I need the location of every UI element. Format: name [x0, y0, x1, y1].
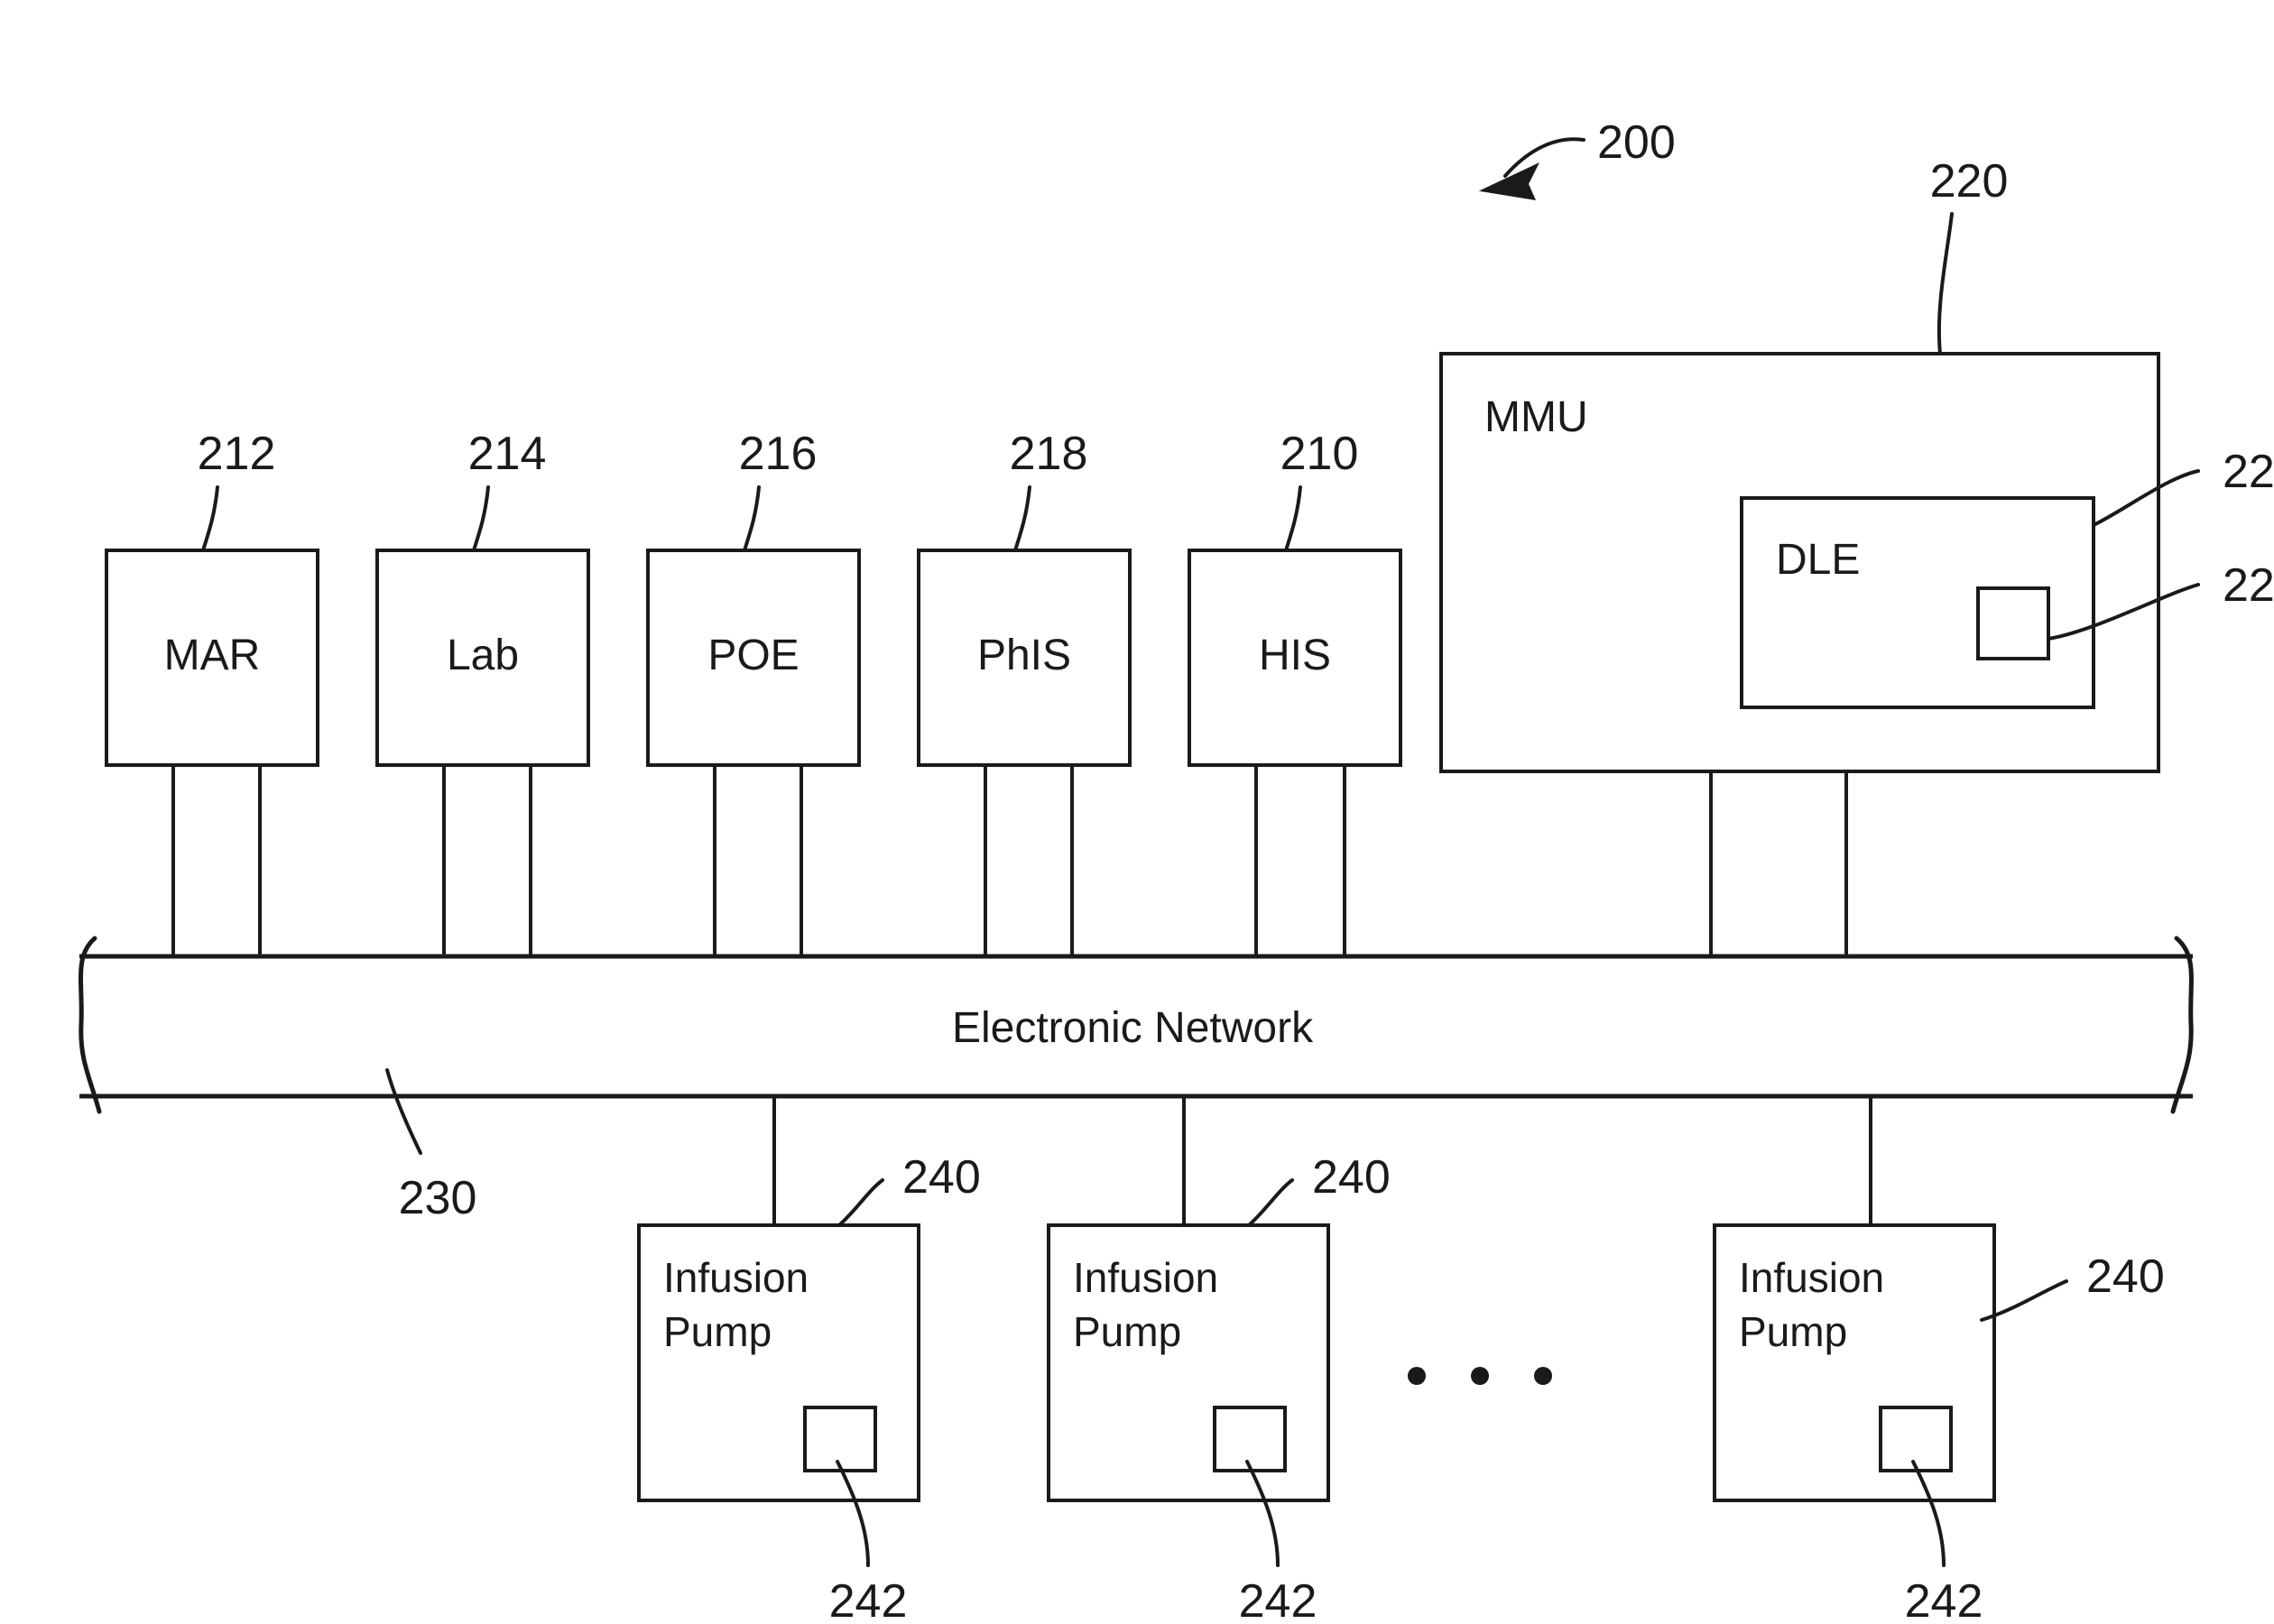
system-ref-216-leader	[743, 485, 761, 552]
pump-ellipsis	[1408, 1367, 1552, 1385]
infusion-pump-1-ref-240-label: 240	[902, 1151, 981, 1204]
system-ref-210-label: 210	[1280, 428, 1359, 480]
infusion-pump-1-module-rect[interactable]	[803, 1406, 877, 1472]
patent-figure-200: 200 MAR 212 Lab 214 POE 216 PhIS 218 HIS…	[0, 0, 2274, 1624]
mmu-ref-220-group: 220	[1930, 155, 2009, 355]
system-box-mar-label: MAR	[164, 632, 261, 679]
system-ref-214-leader	[472, 485, 490, 552]
pump-ellipsis-dot-2	[1471, 1367, 1489, 1385]
network-bus-right-brace	[2170, 936, 2194, 1114]
infusion-pump-1-label-line2: Pump	[663, 1308, 772, 1355]
system-box-his[interactable]: HIS	[1188, 549, 1402, 767]
network-ref-230-label: 230	[399, 1172, 477, 1224]
system-ref-212-leader	[201, 485, 219, 552]
dle-module-rect[interactable]	[1976, 586, 2050, 660]
system-ref-212-label: 212	[198, 428, 276, 480]
infusion-pump-1-ref-240-leader	[837, 1178, 884, 1227]
system-ref-214-group: 214	[468, 428, 547, 552]
system-ref-216-label: 216	[739, 428, 818, 480]
infusion-pump-2-ref-240-group: 240	[1247, 1151, 1391, 1227]
system-ref-212-group: 212	[198, 428, 276, 552]
infusion-pump-3-label-line2: Pump	[1739, 1308, 1847, 1355]
mmu-ref-220-label: 220	[1930, 155, 2009, 208]
infusion-pump-2[interactable]: Infusion Pump	[1047, 1223, 1330, 1502]
system-box-phis-label: PhIS	[977, 632, 1071, 679]
system-ref-218-group: 218	[1010, 428, 1088, 552]
infusion-pump-2-ref-242-label: 242	[1239, 1575, 1317, 1624]
infusion-pump-3-ref-240-group: 240	[1980, 1250, 2165, 1322]
infusion-pump-1-label-line1: Infusion	[663, 1254, 809, 1301]
system-box-poe-label: POE	[707, 632, 799, 679]
pump-ellipsis-dot-3	[1534, 1367, 1552, 1385]
infusion-pump-3[interactable]: Infusion Pump	[1713, 1223, 1996, 1502]
system-ref-218-leader	[1013, 485, 1031, 552]
network-ref-230-group: 230	[385, 1068, 477, 1224]
mmu-box-label: MMU	[1484, 393, 1588, 441]
infusion-pump-2-ref-240-label: 240	[1312, 1151, 1391, 1204]
figure-ref-200-arrowhead-solid	[1480, 162, 1539, 200]
system-box-mar[interactable]: MAR	[105, 549, 319, 767]
system-box-lab-label: Lab	[447, 632, 519, 679]
network-bus-left-brace	[79, 936, 102, 1114]
infusion-pump-1-ref-240-group: 240	[837, 1151, 981, 1227]
system-ref-218-label: 218	[1010, 428, 1088, 480]
system-box-poe[interactable]: POE	[646, 549, 861, 767]
system-box-his-label: HIS	[1259, 632, 1331, 679]
figure-ref-200-leader	[1503, 137, 1585, 178]
mmu-ref-220-leader	[1937, 212, 1954, 355]
figure-ref-200-label: 200	[1597, 116, 1676, 169]
system-ref-216-group: 216	[739, 428, 818, 552]
infusion-pump-3-module-rect[interactable]	[1879, 1406, 1953, 1472]
network-ref-230-leader	[385, 1068, 422, 1155]
infusion-pump-3-ref-242-label: 242	[1905, 1575, 1983, 1624]
system-ref-210-leader	[1284, 485, 1302, 552]
infusion-pump-2-ref-240-leader	[1247, 1178, 1294, 1227]
network-drop-lines-top	[171, 765, 1848, 956]
infusion-pump-2-label-line1: Infusion	[1073, 1254, 1218, 1301]
dle-box-label: DLE	[1776, 536, 1860, 584]
infusion-pump-1-ref-242-label: 242	[829, 1575, 908, 1624]
dle-module-ref-224-label: 224	[2223, 559, 2274, 612]
dle-ref-222-label: 222	[2223, 446, 2274, 498]
system-box-lab[interactable]: Lab	[375, 549, 590, 767]
infusion-pump-3-label-line1: Infusion	[1739, 1254, 1884, 1301]
electronic-network-bus[interactable]: Electronic Network	[79, 936, 2194, 1114]
pump-ellipsis-dot-1	[1408, 1367, 1426, 1385]
infusion-pump-2-module-rect[interactable]	[1213, 1406, 1287, 1472]
infusion-pump-2-label-line2: Pump	[1073, 1308, 1181, 1355]
network-bus-label: Electronic Network	[952, 1004, 1314, 1052]
figure-canvas: 200 MAR 212 Lab 214 POE 216 PhIS 218 HIS…	[79, 116, 2274, 1624]
figure-ref-200-group: 200	[1478, 116, 1676, 200]
infusion-pump-1[interactable]: Infusion Pump	[637, 1223, 920, 1502]
system-ref-214-label: 214	[468, 428, 547, 480]
mmu-box[interactable]: MMU DLE	[1439, 352, 2160, 773]
system-box-phis[interactable]: PhIS	[917, 549, 1132, 767]
infusion-pump-3-ref-240-label: 240	[2086, 1250, 2165, 1303]
system-ref-210-group: 210	[1280, 428, 1359, 552]
